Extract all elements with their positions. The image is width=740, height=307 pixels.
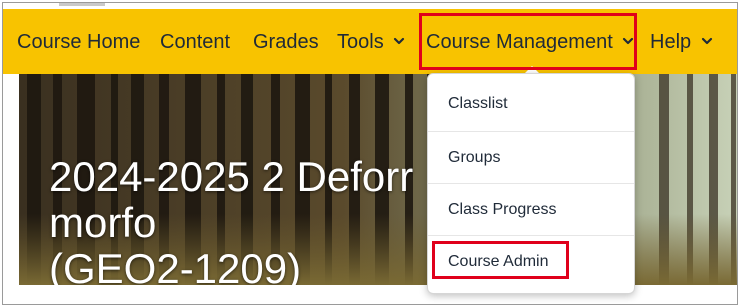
menu-item-groups[interactable]: Groups (428, 131, 634, 183)
nav-help[interactable]: Help (650, 30, 713, 54)
screenshot-frame: Course Home Content Grades Tools Course … (2, 2, 738, 305)
menu-item-classlist[interactable]: Classlist (428, 78, 634, 130)
menu-item-course-admin[interactable]: Course Admin (428, 235, 634, 287)
nav-course-management-label: Course Management (426, 31, 613, 53)
chevron-down-icon (701, 35, 713, 47)
top-strip-fragment (59, 3, 105, 6)
nav-grades[interactable]: Grades (253, 30, 319, 54)
nav-content[interactable]: Content (160, 30, 230, 54)
course-management-dropdown: Classlist Groups Class Progress Course A… (427, 73, 635, 294)
course-title-line1-start: 2024-2025 2 Deforr (49, 153, 414, 200)
nav-course-home[interactable]: Course Home (17, 30, 140, 54)
nav-help-label: Help (650, 31, 692, 53)
course-navbar: Course Home Content Grades Tools Course … (3, 9, 737, 74)
nav-course-management[interactable]: Course Management (426, 30, 634, 54)
nav-tools[interactable]: Tools (337, 30, 405, 54)
course-title-line1-end: morfo (49, 199, 157, 246)
chevron-down-icon (393, 35, 405, 47)
chevron-down-icon (622, 35, 634, 47)
menu-item-class-progress[interactable]: Class Progress (428, 183, 634, 235)
nav-tools-label: Tools (337, 31, 384, 53)
